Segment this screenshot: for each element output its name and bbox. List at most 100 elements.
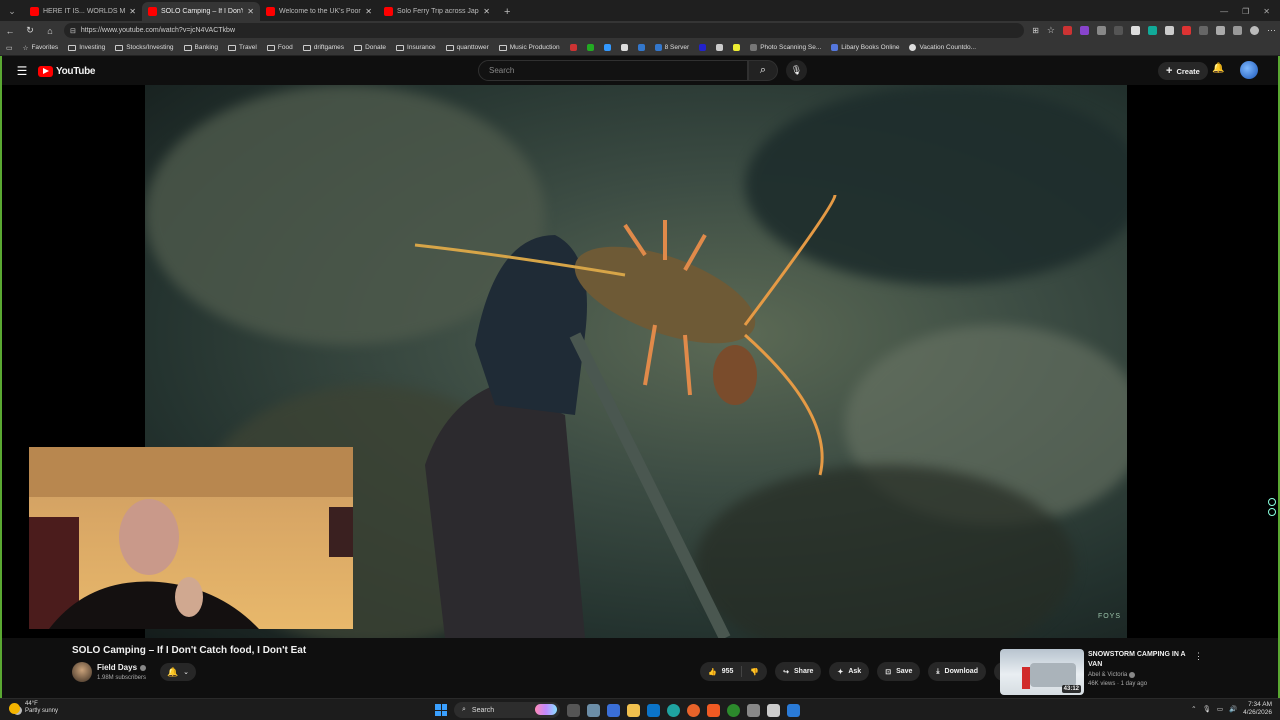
search-button[interactable]: ⌕ (748, 60, 778, 81)
bookmark-folder[interactable]: Music Production (498, 44, 560, 51)
weather-widget[interactable]: 44°F Partly sunny (9, 701, 58, 715)
taskbar-search[interactable]: ⌕ Search (454, 702, 560, 718)
bookmark-site-icon[interactable] (569, 44, 577, 51)
bookmark-folder[interactable]: driftgames (302, 44, 344, 51)
hamburger-menu-icon[interactable]: ☰ (8, 64, 36, 78)
search-input[interactable]: Search (478, 60, 748, 81)
app-icon[interactable]: ⊞ (1032, 26, 1039, 35)
reading-list-icon[interactable]: ▭ (6, 44, 13, 52)
windows-start-icon[interactable] (435, 704, 447, 716)
network-icon[interactable]: ▭ (1217, 705, 1223, 713)
like-button[interactable]: 👍 955 (700, 662, 741, 681)
bookmark-site-icon[interactable] (733, 44, 741, 51)
volume-icon[interactable]: 🔊 (1229, 705, 1237, 713)
channel-avatar[interactable] (72, 662, 92, 682)
bookmark-folder[interactable]: Food (266, 44, 293, 51)
extension-icon[interactable] (1233, 26, 1242, 35)
bookmark-folder[interactable]: Travel (228, 44, 257, 51)
maximize-icon[interactable]: ❐ (1242, 7, 1249, 16)
tab-3[interactable]: Solo Ferry Trip across Japan (Kago ✕ (378, 2, 496, 21)
extension-icon[interactable] (1182, 26, 1191, 35)
task-view-icon[interactable] (567, 703, 580, 717)
profile-icon[interactable] (1250, 26, 1259, 35)
bookmark-folder[interactable]: quanttower (445, 44, 489, 51)
bookmark-folder[interactable]: Stocks/Investing (115, 44, 174, 51)
reload-icon[interactable]: ↻ (24, 25, 36, 36)
bookmark-site-icon[interactable] (603, 44, 611, 51)
side-panel-icons[interactable] (1268, 498, 1276, 516)
extension-icon[interactable] (1165, 26, 1174, 35)
save-button[interactable]: ⊡ Save (877, 662, 921, 681)
close-window-icon[interactable]: ✕ (1263, 7, 1270, 16)
new-tab-button[interactable]: + (496, 2, 518, 21)
extension-icon[interactable] (1063, 26, 1072, 35)
bookmark-folder[interactable]: Investing (68, 44, 105, 51)
extension-icon[interactable] (1199, 26, 1208, 35)
microphone-icon[interactable]: 🎙 (1203, 705, 1211, 713)
share-button[interactable]: ↪ Share (775, 662, 822, 681)
app-icon[interactable] (607, 703, 620, 717)
bookmark-8-server[interactable]: 8 Server (654, 44, 689, 51)
extension-icon[interactable] (1148, 26, 1157, 35)
bookmark-site-icon[interactable] (716, 44, 724, 51)
bookmark-folder[interactable]: Donate (354, 44, 386, 51)
extension-icon[interactable] (1216, 26, 1225, 35)
close-tab-icon[interactable]: ✕ (483, 7, 490, 16)
app-icon[interactable] (647, 703, 660, 717)
close-tab-icon[interactable]: ✕ (365, 7, 372, 16)
close-tab-icon[interactable]: ✕ (247, 7, 254, 16)
bookmark-folder[interactable]: Banking (183, 44, 218, 51)
dislike-button[interactable]: 👎 (742, 662, 767, 681)
side-circle-icon[interactable] (1268, 508, 1276, 516)
extension-icon[interactable] (1114, 26, 1123, 35)
firefox-icon[interactable] (687, 703, 700, 717)
bookmark-vacation-countdown[interactable]: Vacation Countdo... (909, 44, 976, 51)
bookmark-library-books[interactable]: Libary Books Online (831, 44, 899, 51)
steam-icon[interactable] (767, 703, 780, 717)
address-bar[interactable]: ⊟ https://www.youtube.com/watch?v=jcN4VA… (64, 23, 1024, 38)
subscribed-notifications-button[interactable]: 🔔 ⌄ (160, 663, 196, 681)
side-circle-icon[interactable] (1268, 498, 1276, 506)
clock[interactable]: 7:34 AM 4/26/2026 (1243, 701, 1272, 717)
bookmark-folder[interactable]: Insurance (396, 44, 436, 51)
minimize-icon[interactable]: — (1220, 7, 1228, 16)
youtube-logo[interactable]: YouTube (38, 65, 96, 77)
site-info-icon[interactable]: ⊟ (70, 27, 76, 35)
more-vert-icon[interactable]: ⋮ (1194, 651, 1203, 662)
bookmark-photo-scanning[interactable]: Photo Scanning Se... (750, 44, 821, 51)
tab-menu-icon[interactable]: ⌄ (0, 1, 24, 21)
voice-search-button[interactable]: 🎙 (786, 60, 807, 81)
ask-button[interactable]: ✦ Ask (829, 662, 870, 681)
download-button[interactable]: ⤓ Download (928, 662, 986, 681)
snipping-tool-icon[interactable] (787, 703, 800, 717)
close-tab-icon[interactable]: ✕ (129, 7, 136, 16)
bookmark-site-icon[interactable] (620, 44, 628, 51)
recommended-video[interactable]: 43:12 SNOWSTORM CAMPING IN A VAN Abel & … (1000, 649, 1270, 695)
chevron-up-icon[interactable]: ⌃ (1191, 705, 1196, 713)
bookmark-star-icon[interactable]: ☆ (1047, 25, 1055, 36)
recommended-thumbnail[interactable]: 43:12 (1000, 649, 1084, 695)
create-button[interactable]: + Create (1158, 62, 1208, 80)
user-avatar[interactable] (1240, 61, 1258, 79)
tab-2[interactable]: Welcome to the UK's Poorest Town ✕ (260, 2, 378, 21)
tab-1[interactable]: SOLO Camping – If I Don't Catch Fo✕ (142, 2, 260, 21)
calculator-icon[interactable] (747, 703, 760, 717)
back-icon[interactable]: ← (4, 26, 16, 36)
xbox-icon[interactable] (727, 703, 740, 717)
file-explorer-icon[interactable] (627, 703, 640, 717)
bookmark-favorites[interactable]: ☆ Favorites (23, 44, 59, 52)
channel-name[interactable]: Field Days (97, 663, 147, 672)
home-icon[interactable]: ⌂ (44, 26, 56, 36)
notifications-bell-icon[interactable]: 🔔 (1212, 63, 1224, 74)
bookmark-site-icon[interactable] (699, 44, 707, 51)
extension-icon[interactable] (1131, 26, 1140, 35)
extension-icon[interactable] (1097, 26, 1106, 35)
tab-0[interactable]: HERE IT IS... WORLDS MOST INSANE✕ (24, 2, 142, 21)
menu-dots-icon[interactable]: ⋯ (1267, 25, 1276, 36)
extension-icon[interactable] (1080, 26, 1089, 35)
brave-icon[interactable] (707, 703, 720, 717)
bookmark-site-icon[interactable] (586, 44, 594, 51)
bookmark-site-icon[interactable] (637, 44, 645, 51)
settings-app-icon[interactable] (587, 703, 600, 717)
edge-icon[interactable] (667, 703, 680, 717)
